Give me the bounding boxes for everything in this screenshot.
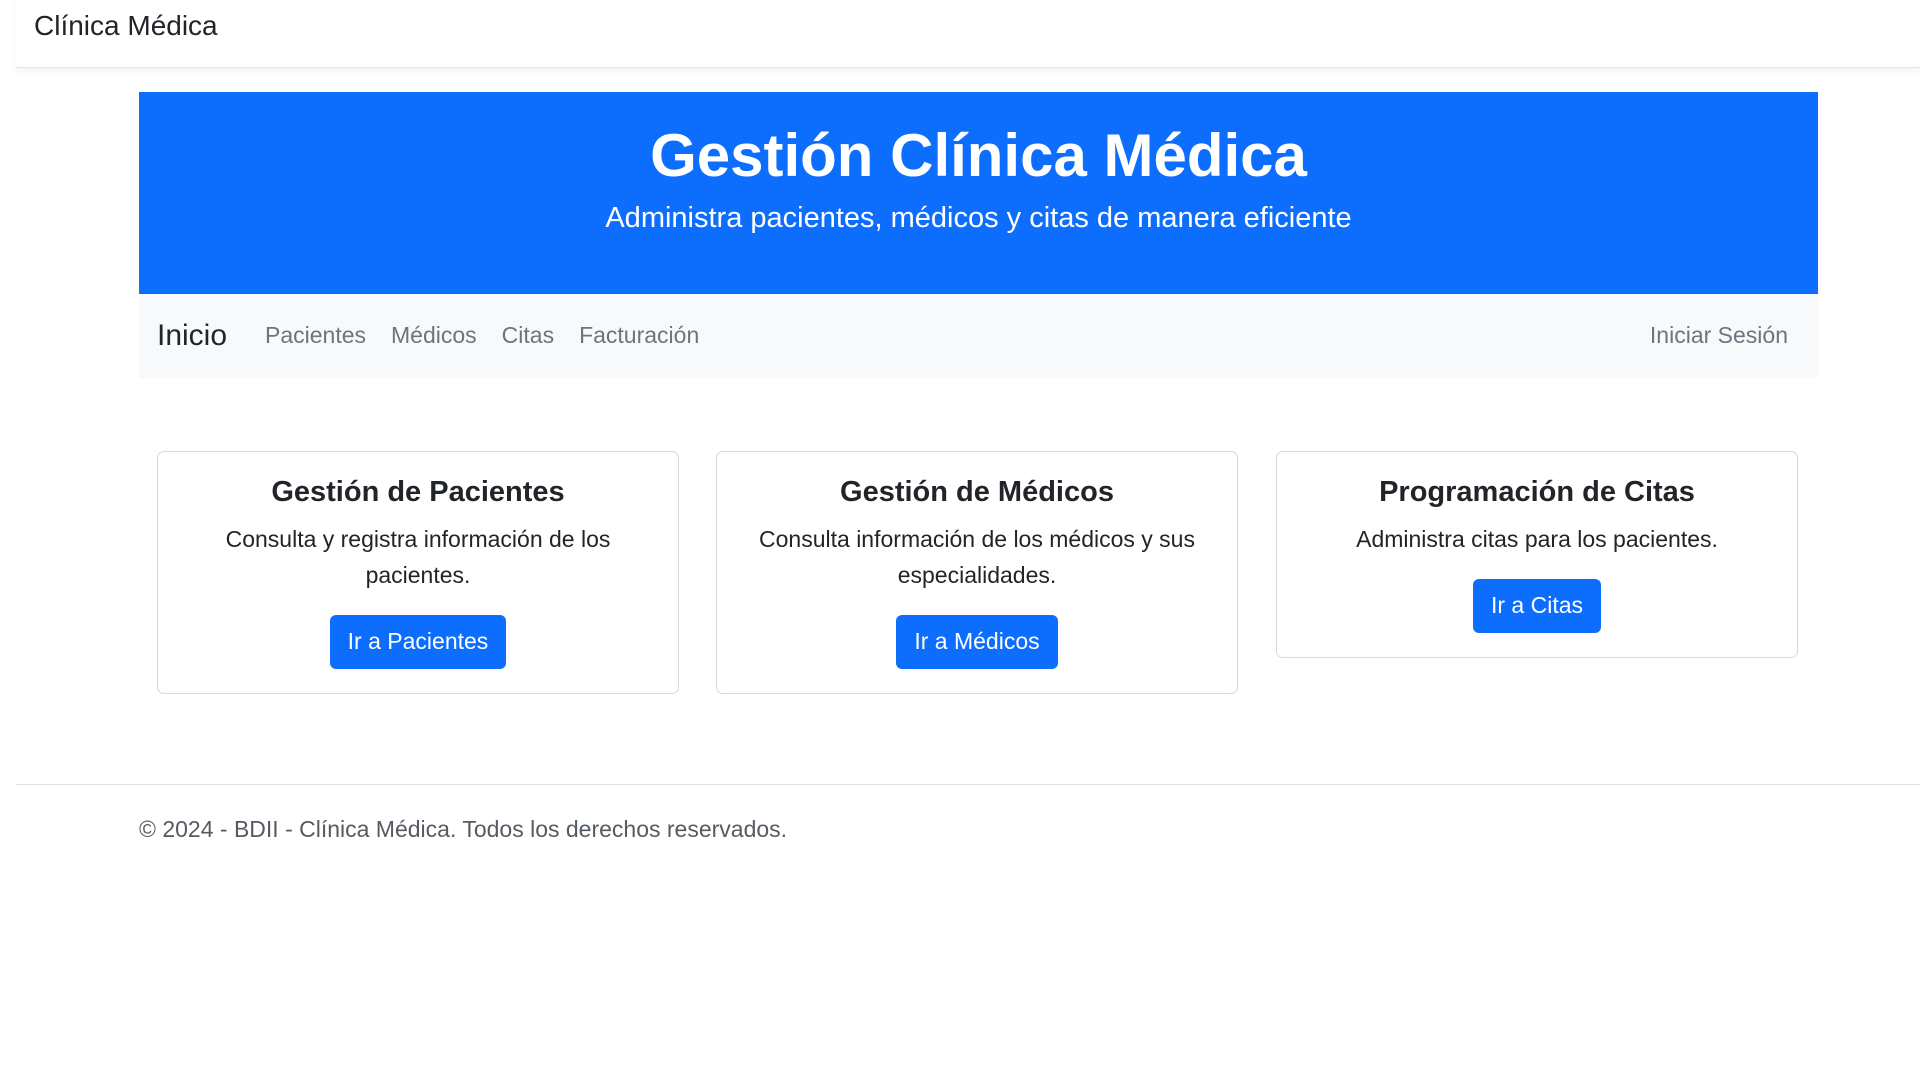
footer-text: © 2024 - BDII - Clínica Médica. Todos lo… [139,816,788,842]
hero-subtitle: Administra pacientes, médicos y citas de… [605,202,1352,234]
card-text: Consulta y registra información de los p… [225,526,611,588]
card-medicos: Gestión de Médicos Consulta información … [716,451,1238,694]
nav-link-facturacion[interactable]: Facturación [579,322,699,349]
card-pacientes: Gestión de Pacientes Consulta y registra… [157,451,679,694]
card-text: Consulta información de los médicos y su… [759,526,1195,588]
go-pacientes-button[interactable]: Ir a Pacientes [329,615,507,669]
main-navbar: Inicio Pacientes Médicos Citas Facturaci… [139,294,1818,378]
card-title: Gestión de Médicos [840,476,1114,508]
nav-right: Iniciar Sesión [1650,322,1788,349]
hero-banner: Gestión Clínica Médica Administra pacien… [139,92,1818,294]
hero-title: Gestión Clínica Médica [650,122,1307,189]
footer-divider [16,784,1920,785]
brand-link[interactable]: Clínica Médica [34,10,218,42]
card-text: Administra citas para los pacientes. [1356,526,1718,552]
card-citas: Programación de Citas Administra citas p… [1276,451,1798,658]
card-title: Programación de Citas [1379,476,1695,508]
nav-links: Pacientes Médicos Citas Facturación [265,322,699,349]
go-medicos-button[interactable]: Ir a Médicos [896,615,1058,669]
nav-link-medicos[interactable]: Médicos [391,322,477,349]
nav-home-link[interactable]: Inicio [157,319,227,353]
nav-link-pacientes[interactable]: Pacientes [265,322,366,349]
card-title: Gestión de Pacientes [271,476,565,508]
login-link[interactable]: Iniciar Sesión [1650,322,1788,348]
nav-link-citas[interactable]: Citas [502,322,554,349]
top-navbar: Clínica Médica [16,0,1920,68]
go-citas-button[interactable]: Ir a Citas [1472,579,1602,633]
